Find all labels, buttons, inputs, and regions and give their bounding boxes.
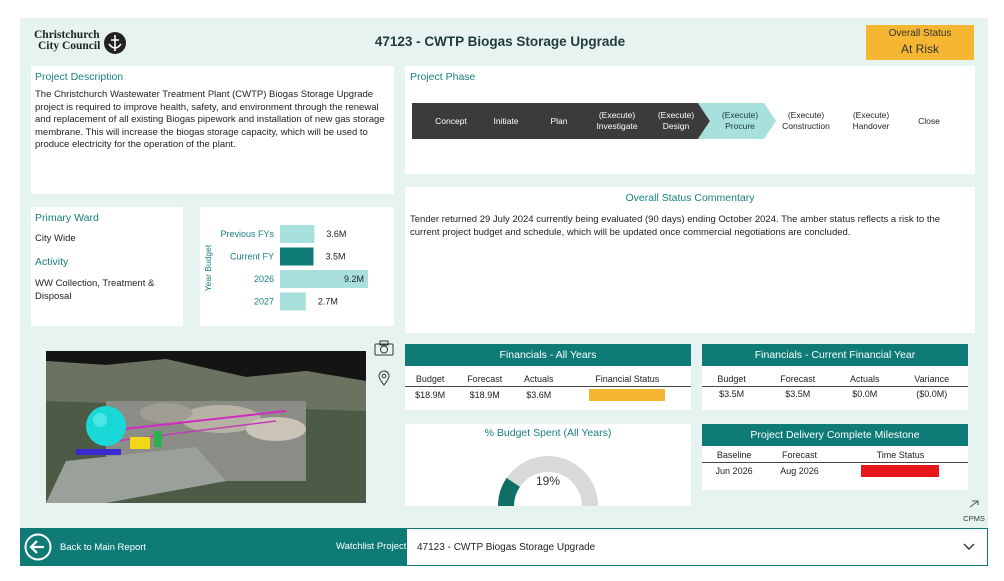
fin-current-header: Variance <box>914 374 950 384</box>
phase-heading: Project Phase <box>410 71 476 83</box>
fin-current-header: Budget <box>717 374 746 384</box>
bar-category-label: 2026 <box>254 274 274 284</box>
phase-step: (Execute) Investigate <box>596 110 638 131</box>
watchlist-value: 47123 - CWTP Biogas Storage Upgrade <box>417 541 596 553</box>
year-budget-chart: Year Budget Previous FYs 3.6M Current FY 3.… <box>200 207 394 326</box>
fin-all-status-cell <box>564 387 691 404</box>
financials-all-years-card: Financials - All Years Budget Forecast A… <box>405 344 691 410</box>
link-icon <box>969 500 979 508</box>
activity-value: WW Collection, Treatment & Disposal <box>35 278 155 302</box>
fin-all-header: Budget <box>415 374 445 384</box>
primary-ward-value: City Wide <box>35 233 76 244</box>
project-phase-card: Project Phase Concept Initiate Plan (Exe… <box>405 66 975 174</box>
fin-all-header: Financial Status <box>595 374 660 384</box>
bar-value-label: 2.7M <box>318 297 338 307</box>
cpms-link[interactable]: CPMS <box>962 496 986 523</box>
status-label: Overall Status <box>888 28 952 39</box>
fin-all-title: Financials - All Years <box>405 344 691 366</box>
status-value: At Risk <box>900 42 939 56</box>
watchlist-label: Watchlist Project: <box>336 541 410 552</box>
overall-status-badge: Overall Status At Risk <box>866 25 974 60</box>
fin-current-actuals: $0.0M <box>852 389 878 399</box>
map-pin-icon[interactable] <box>378 370 390 391</box>
budget-spent-card: % Budget Spent (All Years) 19% <box>405 424 691 506</box>
milestone-header: Forecast <box>782 450 818 460</box>
status-commentary-card: Overall Status Commentary Tender returne… <box>405 187 975 333</box>
project-description-card: Project Description The Christchurch Was… <box>31 66 394 194</box>
fin-current-table: Budget Forecast Actuals Variance $3.5M $… <box>702 372 968 401</box>
fin-all-forecast: $18.9M <box>469 390 500 400</box>
fin-current-header: Actuals <box>850 374 880 384</box>
fin-current-title: Financials - Current Financial Year <box>702 344 968 366</box>
camera-icon[interactable] <box>374 340 394 361</box>
back-label: Back to Main Report <box>60 541 147 553</box>
cpms-label: CPMS <box>963 514 985 523</box>
phase-step: (Execute) Handover <box>852 110 890 131</box>
page-title: 47123 - CWTP Biogas Storage Upgrade <box>374 34 626 49</box>
fin-current-variance: ($0.0M) <box>916 389 948 399</box>
fin-all-budget: $18.9M <box>415 390 446 400</box>
bar-category-label: Previous FYs <box>220 229 274 239</box>
description-text: The Christchurch Wastewater Treatment Pl… <box>35 89 385 150</box>
ward-activity-card: Primary Ward City Wide Activity WW Colle… <box>31 207 183 326</box>
bar-category-label: Current FY <box>230 252 274 262</box>
bar-category-label: 2027 <box>254 297 274 307</box>
budget-bars: Previous FYs 3.6M Current FY 3.5M 2026 9.2M 20… <box>220 225 368 311</box>
milestone-status-cell <box>833 463 968 480</box>
financials-current-fy-card: Financials - Current Financial Year Budg… <box>702 344 968 410</box>
milestone-title: Project Delivery Complete Milestone <box>702 424 968 446</box>
commentary-heading: Overall Status Commentary <box>625 192 755 204</box>
phase-step: (Execute) Design <box>657 110 695 131</box>
milestone-header: Baseline <box>716 450 752 460</box>
milestone-card: Project Delivery Complete Milestone Base… <box>702 424 968 490</box>
fin-current-header: Forecast <box>780 374 816 384</box>
phase-step: Initiate <box>493 115 519 126</box>
council-emblem-icon <box>104 32 126 54</box>
phase-step: Concept <box>435 115 467 126</box>
description-heading: Project Description <box>35 71 124 83</box>
phase-step-current: (Execute) Procure <box>721 110 759 131</box>
activity-label: Activity <box>35 256 69 268</box>
fin-all-header: Actuals <box>524 374 554 384</box>
commentary-text: Tender returned 29 July 2024 currently b… <box>410 214 941 238</box>
milestone-forecast: Aug 2026 <box>780 466 819 476</box>
milestone-header: Time Status <box>876 450 925 460</box>
phase-step: Plan <box>550 115 568 126</box>
fin-all-table: Budget Forecast Actuals Financial Status… <box>405 372 691 403</box>
council-logo: Christchurch City Council <box>34 29 134 56</box>
milestone-baseline: Jun 2026 <box>715 466 753 476</box>
fin-current-budget: $3.5M <box>719 389 745 399</box>
budget-bar[interactable] <box>280 225 315 243</box>
fin-current-forecast: $3.5M <box>785 389 811 399</box>
report-canvas: Christchurch City Council 47123 - CWTP B… <box>20 18 988 566</box>
milestone-table: Baseline Forecast Time Status Jun 2026 A… <box>702 448 968 479</box>
watchlist-select[interactable]: 47123 - CWTP Biogas Storage Upgrade <box>406 528 988 566</box>
budget-bar[interactable] <box>280 247 314 266</box>
site-photo <box>46 351 366 503</box>
time-status-indicator <box>861 465 940 477</box>
budget-bar[interactable] <box>280 292 306 311</box>
bar-value-label: 3.5M <box>325 252 345 262</box>
budget-spent-title: % Budget Spent (All Years) <box>484 427 612 439</box>
budget-spent-value: 19% <box>535 474 561 488</box>
footer-bar: Back to Main Report Watchlist Project: 4… <box>20 528 988 566</box>
back-button[interactable]: Back to Main Report <box>24 533 146 561</box>
fin-all-header: Forecast <box>467 374 503 384</box>
back-arrow-icon <box>24 533 52 561</box>
chevron-down-icon <box>963 543 975 550</box>
bar-value-label: 9.2M <box>344 274 364 284</box>
primary-ward-label: Primary Ward <box>35 212 99 224</box>
bar-value-label: 3.6M <box>326 229 346 239</box>
financial-status-indicator <box>589 389 666 401</box>
phase-step: Close <box>918 115 940 126</box>
fin-all-actuals: $3.6M <box>526 390 552 400</box>
phase-step: (Execute) Construction <box>782 110 830 131</box>
